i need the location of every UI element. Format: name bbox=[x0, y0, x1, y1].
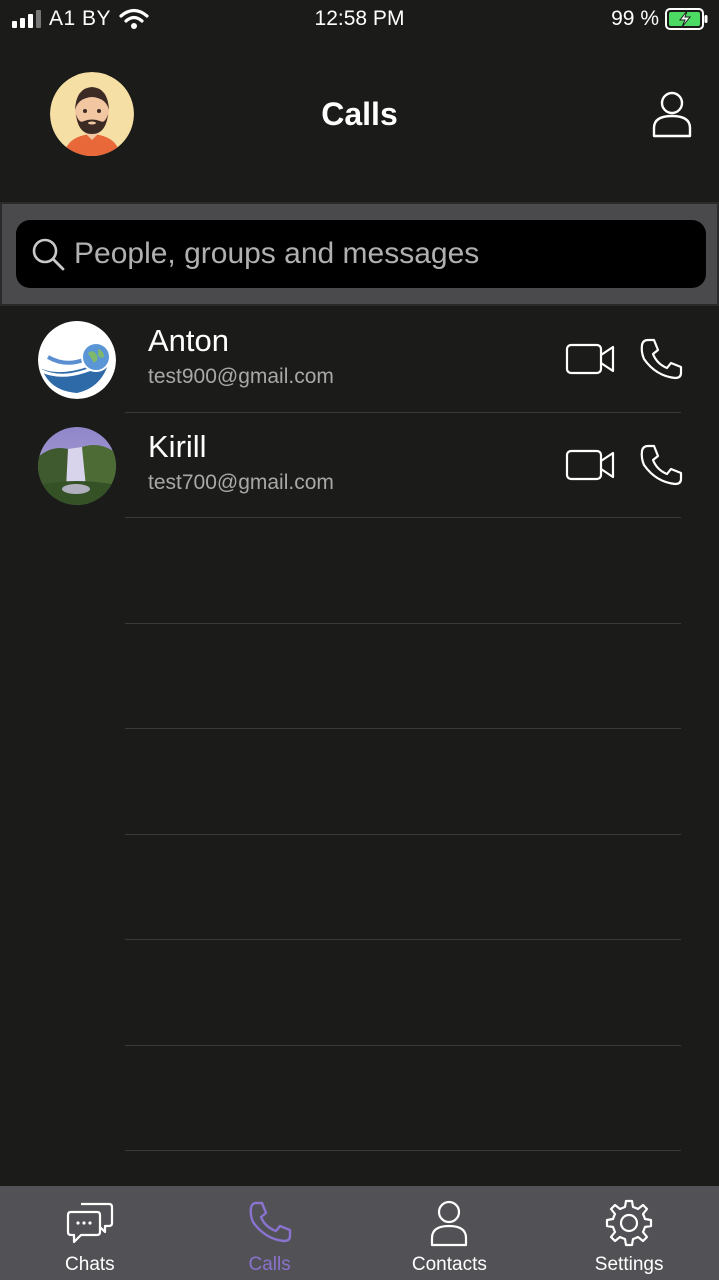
video-call-button[interactable] bbox=[565, 341, 617, 377]
chat-bubbles-icon bbox=[66, 1202, 113, 1244]
list-item[interactable]: Kirill test700@gmail.com bbox=[0, 413, 719, 518]
tab-calls[interactable]: Calls bbox=[180, 1186, 360, 1280]
contact-avatar bbox=[38, 426, 116, 505]
video-camera-icon bbox=[565, 449, 615, 480]
tab-settings[interactable]: Settings bbox=[539, 1186, 719, 1280]
phone-icon bbox=[640, 338, 683, 380]
voice-call-button[interactable] bbox=[638, 443, 684, 487]
search-icon bbox=[32, 238, 65, 271]
phone-icon bbox=[640, 444, 683, 485]
voice-call-button[interactable] bbox=[638, 337, 684, 381]
status-right: 99 % bbox=[611, 7, 709, 31]
tab-label: Calls bbox=[248, 1254, 291, 1275]
profile-button[interactable] bbox=[650, 90, 694, 138]
divider bbox=[125, 939, 681, 940]
divider bbox=[125, 1150, 681, 1151]
person-icon bbox=[431, 1200, 468, 1247]
waterfall-photo bbox=[38, 426, 116, 505]
search-area bbox=[0, 202, 719, 306]
contact-name: Anton bbox=[148, 323, 230, 358]
status-bar: A1 BY 12:58 PM 99 % bbox=[0, 0, 719, 40]
contact-name: Kirill bbox=[148, 428, 207, 464]
globe-logo bbox=[38, 321, 116, 399]
search-input[interactable] bbox=[74, 232, 694, 276]
battery-charging-icon bbox=[665, 8, 708, 30]
call-list: Anton test900@gmail.com Kirill test700@g… bbox=[0, 307, 719, 518]
tab-bar: Chats Calls Contacts Settings bbox=[0, 1186, 719, 1280]
list-item[interactable]: Anton test900@gmail.com bbox=[0, 307, 719, 413]
phone-icon bbox=[249, 1201, 291, 1243]
header: Calls bbox=[0, 40, 719, 200]
divider bbox=[125, 834, 681, 835]
contact-avatar bbox=[38, 321, 116, 399]
battery-percentage: 99 % bbox=[611, 7, 659, 30]
tab-label: Settings bbox=[594, 1254, 664, 1275]
tab-label: Chats bbox=[65, 1254, 115, 1275]
profile-icon bbox=[652, 91, 692, 138]
calls-screen: A1 BY 12:58 PM 99 % Calls People, groups… bbox=[0, 0, 719, 1280]
tab-label: Contacts bbox=[411, 1254, 487, 1275]
search-box[interactable] bbox=[16, 220, 706, 288]
page-title: Calls bbox=[321, 96, 398, 132]
divider bbox=[125, 1045, 681, 1046]
tab-chats[interactable]: Chats bbox=[0, 1186, 180, 1280]
tab-contacts[interactable]: Contacts bbox=[360, 1186, 540, 1280]
video-camera-icon bbox=[565, 343, 615, 375]
divider bbox=[125, 728, 681, 729]
contact-email: test700@gmail.com bbox=[148, 470, 334, 494]
divider bbox=[125, 623, 681, 624]
contact-email: test900@gmail.com bbox=[148, 365, 334, 388]
gear-icon bbox=[606, 1199, 653, 1247]
divider bbox=[125, 517, 681, 518]
video-call-button[interactable] bbox=[565, 447, 617, 483]
